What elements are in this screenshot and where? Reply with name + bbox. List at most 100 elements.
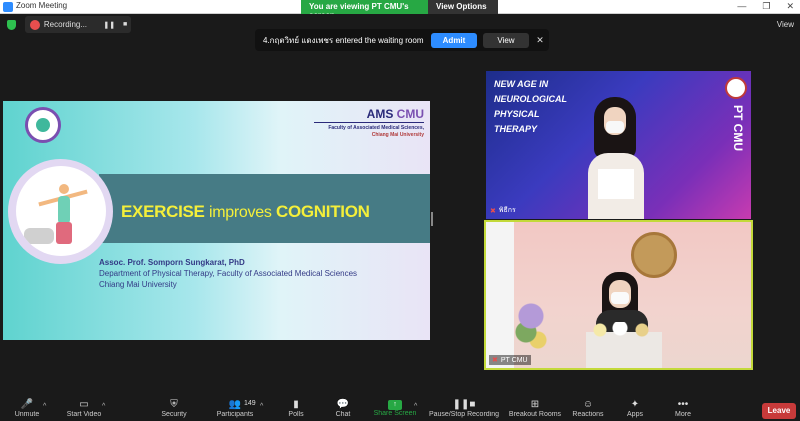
presenter-name: Assoc. Prof. Somporn Sungkarat, PhD — [99, 258, 245, 267]
university-line: Chiang Mai University — [371, 132, 424, 138]
reactions-label: Reactions — [572, 411, 604, 418]
flower-arrangement — [514, 298, 548, 358]
heading-word-improves: improves — [209, 204, 272, 221]
microphone-muted-icon: 🎤 — [20, 399, 34, 410]
speaker-mask — [611, 292, 629, 304]
zoom-logo-icon — [3, 2, 13, 12]
presenter-university: Chiang Mai University — [99, 280, 177, 289]
recording-label: Recording... — [43, 20, 88, 29]
share-screen-icon: ↑ — [388, 400, 402, 410]
shield-icon: ⛨ — [170, 399, 178, 410]
view-waiting-room-button[interactable]: View — [483, 32, 529, 48]
meeting-toolbar: 🎤 Unmute ^ ▭ Start Video ^ ⛨ Security 👥 … — [0, 398, 800, 421]
breakout-rooms-button[interactable]: ⊞ Breakout Rooms — [506, 398, 564, 421]
participants-options-caret[interactable]: ^ — [260, 403, 263, 410]
reactions-icon: ☺ — [582, 399, 594, 410]
security-button[interactable]: ⛨ Security — [155, 398, 193, 421]
participant-tile-active-speaker[interactable]: ✖ PT CMU — [484, 220, 753, 370]
waiting-room-notification: 4.กฤตวิทย์ แดงเพชร entered the waiting r… — [255, 29, 549, 51]
viewing-screen-text: You are viewing PT CMU's screen — [301, 0, 428, 20]
unmute-label: Unmute — [14, 411, 40, 418]
recording-dot-icon — [30, 19, 40, 30]
polls-icon: ▮ — [293, 399, 299, 410]
start-video-button[interactable]: ▭ Start Video — [60, 398, 108, 421]
apps-button[interactable]: ✦ Apps — [620, 398, 650, 421]
more-button[interactable]: ••• More — [668, 398, 698, 421]
faculty-logo — [25, 107, 61, 143]
participant-name: PT CMU — [500, 356, 528, 364]
stop-recording-icon[interactable]: ■ — [119, 21, 131, 28]
view-options-button[interactable]: View Options ⌄ — [428, 0, 498, 20]
mic-muted-icon: ✖ — [492, 357, 498, 364]
shared-slide: AMS CMU Faculty of Associated Medical Sc… — [3, 101, 430, 340]
security-label: Security — [161, 411, 187, 418]
share-options-caret[interactable]: ^ — [414, 403, 417, 410]
faculty-line: Faculty of Associated Medical Sciences, — [328, 125, 424, 131]
mic-muted-icon: ✖ — [490, 207, 496, 215]
unmute-button[interactable]: 🎤 Unmute — [8, 398, 46, 421]
participant-name-label: ✖ พิธีกร — [490, 205, 516, 216]
window-controls: — ❐ ✕ — [737, 1, 794, 12]
apps-label: Apps — [627, 411, 643, 418]
pause-stop-icon: ❚❚■ — [452, 399, 476, 410]
chat-icon: 💬 — [336, 399, 350, 410]
audio-options-caret[interactable]: ^ — [43, 403, 46, 410]
speaker-mask — [606, 121, 624, 133]
polls-button[interactable]: ▮ Polls — [281, 398, 311, 421]
encryption-shield-icon[interactable] — [7, 20, 16, 30]
figure-head — [59, 184, 69, 194]
waiting-room-message: 4.กฤตวิทย์ แดงเพชร entered the waiting r… — [263, 35, 424, 45]
participant-name: พิธีกร — [498, 207, 516, 214]
exercise-illustration — [16, 166, 106, 256]
chat-button[interactable]: 💬 Chat — [328, 398, 358, 421]
participant-tile-host[interactable]: NEW AGE IN NEUROLOGICAL PHYSICAL THERAPY… — [486, 71, 751, 219]
pause-stop-recording-label: Pause/Stop Recording — [428, 411, 500, 418]
breakout-rooms-label: Breakout Rooms — [508, 411, 562, 418]
couch-shape — [24, 228, 54, 244]
speaker-paper — [598, 169, 634, 199]
ams-text: AMS — [366, 107, 394, 121]
figure-legs — [56, 222, 72, 244]
restore-button[interactable]: ❐ — [762, 1, 770, 12]
window-title: Zoom Meeting — [16, 1, 68, 10]
admit-button[interactable]: Admit — [431, 32, 477, 48]
view-layout-button[interactable]: View — [777, 20, 794, 29]
video-off-icon: ▭ — [79, 399, 89, 410]
apps-icon: ✦ — [630, 399, 640, 410]
breakout-rooms-icon: ⊞ — [530, 399, 540, 410]
more-label: More — [675, 411, 691, 418]
presenter-department: Department of Physical Therapy, Faculty … — [99, 269, 358, 278]
ams-cmu-title: AMS CMU — [314, 107, 424, 123]
share-screen-button[interactable]: ↑ Share Screen — [372, 398, 418, 421]
participants-count: 149 — [244, 400, 256, 407]
cmu-text: CMU — [396, 107, 424, 121]
figure-body — [58, 196, 70, 224]
participant-name-label: ✖ PT CMU — [489, 355, 531, 365]
event-badge-logo — [725, 77, 747, 99]
chat-label: Chat — [335, 411, 351, 418]
university-seal — [631, 232, 677, 278]
participants-label: Participants — [216, 411, 254, 418]
viewing-banner: You are viewing PT CMU's screen View Opt… — [301, 0, 498, 20]
close-notification-icon[interactable]: ✕ — [535, 35, 545, 46]
slide-heading: EXERCISE improves COGNITION — [121, 202, 370, 222]
start-video-label: Start Video — [66, 411, 102, 418]
reactions-button[interactable]: ☺ Reactions — [570, 398, 606, 421]
close-window-button[interactable]: ✕ — [786, 1, 794, 12]
backdrop-door — [486, 222, 514, 368]
leave-button[interactable]: Leave — [762, 403, 796, 419]
share-screen-label: Share Screen — [373, 410, 417, 417]
recording-indicator: Recording... ❚❚ ■ — [25, 16, 131, 33]
minimize-button[interactable]: — — [737, 1, 746, 12]
podium-flowers — [590, 322, 658, 338]
event-banner-title: NEW AGE IN NEUROLOGICAL PHYSICAL THERAPY — [494, 79, 567, 134]
split-view-handle[interactable] — [431, 212, 433, 226]
video-options-caret[interactable]: ^ — [102, 403, 105, 410]
heading-word-cognition: COGNITION — [275, 202, 370, 221]
more-icon: ••• — [677, 399, 689, 410]
pause-stop-recording-button[interactable]: ❚❚■ Pause/Stop Recording — [428, 398, 500, 421]
pause-recording-icon[interactable]: ❚❚ — [103, 21, 115, 29]
heading-word-exercise: EXERCISE — [121, 202, 205, 221]
polls-label: Polls — [288, 411, 304, 418]
event-side-text: PT CMU — [731, 105, 745, 151]
